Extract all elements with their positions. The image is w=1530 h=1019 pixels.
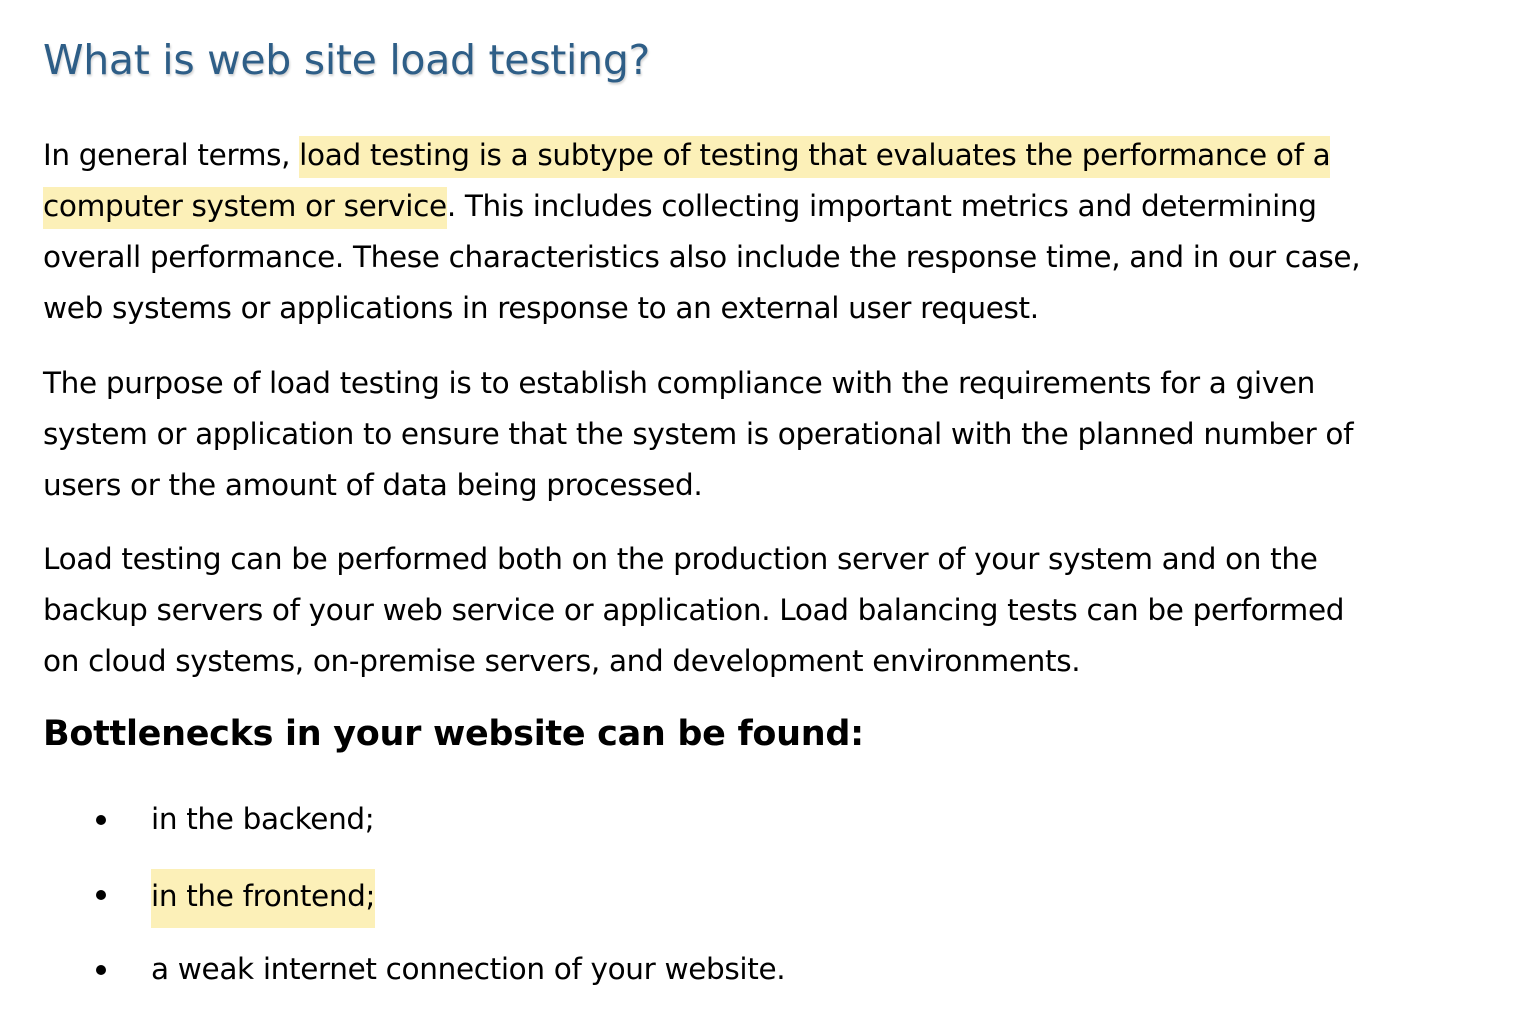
paragraph-purpose: The purpose of load testing is to establ… [43,358,1353,511]
paragraph-line: computer system or service. This include… [43,181,1360,232]
highlighted-text: load testing is a subtype of testing tha… [299,136,1331,178]
paragraph-line: In general terms, load testing is a subt… [43,130,1360,181]
paragraph-definition: In general terms, load testing is a subt… [43,130,1361,334]
paragraph-line: web systems or applications in response … [43,291,1039,325]
text-run: In general terms, [43,138,300,172]
paragraph-line: on cloud systems, on-premise servers, an… [43,644,1081,678]
list-item-text: a weak internet connection of your websi… [151,952,786,986]
paragraph-environments: Load testing can be performed both on th… [43,534,1344,687]
highlighted-text: computer system or service [43,187,447,229]
paragraph-line: Load testing can be performed both on th… [43,542,1318,576]
section-subheading: Bottlenecks in your website can be found… [43,714,864,754]
list-item-text-highlighted: in the frontend; [151,869,376,928]
paragraph-line: overall performance. These characteristi… [43,240,1361,274]
paragraph-line: users or the amount of data being proces… [43,468,703,502]
bullet-icon [96,815,106,825]
paragraph-line: backup servers of your web service or ap… [43,593,1345,627]
bullet-icon [96,965,106,975]
page-title: What is web site load testing? [43,36,651,84]
paragraph-line: system or application to ensure that the… [43,417,1354,451]
bullet-icon [96,890,106,900]
paragraph-line: The purpose of load testing is to establ… [43,366,1315,400]
text-run: . This includes collecting important met… [446,189,1317,223]
list-item-text: in the backend; [151,802,375,836]
